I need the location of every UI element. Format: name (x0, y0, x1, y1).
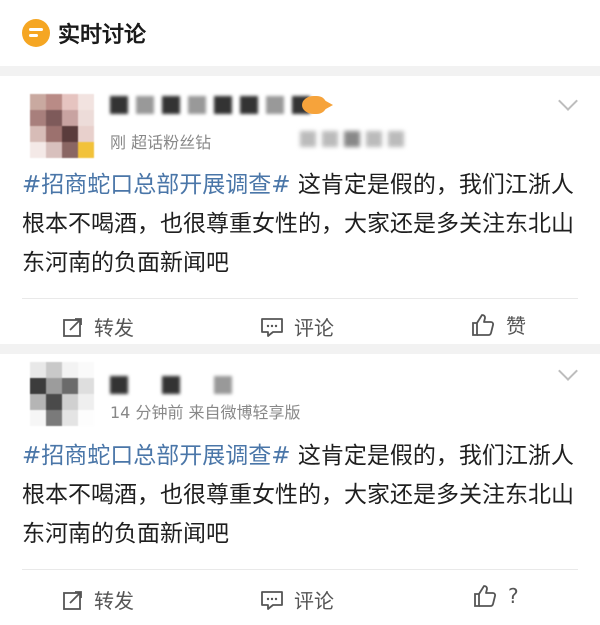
post-card: 14 分钟前 来自微博轻享版 #招商蛇口总部开展调查# 这肯定是假的，我们江浙人… (0, 354, 600, 625)
comment-icon (261, 317, 283, 337)
like-button[interactable]: ? (472, 583, 519, 609)
comment-label: 评论 (294, 316, 334, 340)
chat-bubble-icon (22, 19, 50, 47)
fish-badge-icon (302, 96, 333, 114)
comment-label: 评论 (294, 589, 334, 613)
post-hashtag[interactable]: #招商蛇口总部开展调查# (22, 172, 291, 198)
post-meta: 刚 超话粉丝钻 (110, 133, 212, 152)
section-header: 实时讨论 (0, 0, 600, 66)
post-text: #招商蛇口总部开展调查# 这肯定是假的，我们江浙人根本不喝酒，也很尊重女性的，大… (22, 166, 578, 283)
chevron-down-icon[interactable] (558, 91, 578, 111)
repost-button[interactable]: 转发 (62, 585, 134, 614)
repost-label: 转发 (94, 589, 134, 613)
repost-label: 转发 (94, 316, 134, 340)
comment-icon (261, 590, 283, 610)
post-card: 刚 超话粉丝钻 #招商蛇口总部开展调查# 这肯定是假的，我们江浙人根本不喝酒，也… (0, 76, 600, 366)
username[interactable] (110, 374, 232, 396)
like-button[interactable]: 赞 (470, 310, 526, 339)
thumbs-up-icon (472, 313, 495, 336)
section-divider (0, 66, 600, 76)
username[interactable] (110, 94, 310, 116)
chevron-down-icon[interactable] (558, 361, 578, 381)
thumbs-up-icon (474, 585, 497, 607)
avatar[interactable] (30, 362, 94, 426)
repost-button[interactable]: 转发 (62, 312, 134, 341)
post-meta: 14 分钟前 来自微博轻享版 (110, 403, 301, 422)
action-divider (22, 298, 578, 299)
section-title: 实时讨论 (58, 23, 147, 48)
repost-icon (63, 590, 82, 610)
like-label: 赞 (506, 314, 526, 338)
action-divider (22, 569, 578, 570)
post-text: #招商蛇口总部开展调查# 这肯定是假的，我们江浙人根本不喝酒，也很尊重女性的，大… (22, 437, 578, 554)
avatar[interactable] (30, 94, 94, 158)
post-separator (0, 344, 600, 354)
like-label: ? (508, 584, 519, 608)
post-hashtag[interactable]: #招商蛇口总部开展调查# (22, 443, 291, 469)
meta-redacted (300, 131, 404, 147)
comment-button[interactable]: 评论 (260, 585, 334, 614)
repost-icon (63, 317, 82, 337)
comment-button[interactable]: 评论 (260, 312, 334, 341)
